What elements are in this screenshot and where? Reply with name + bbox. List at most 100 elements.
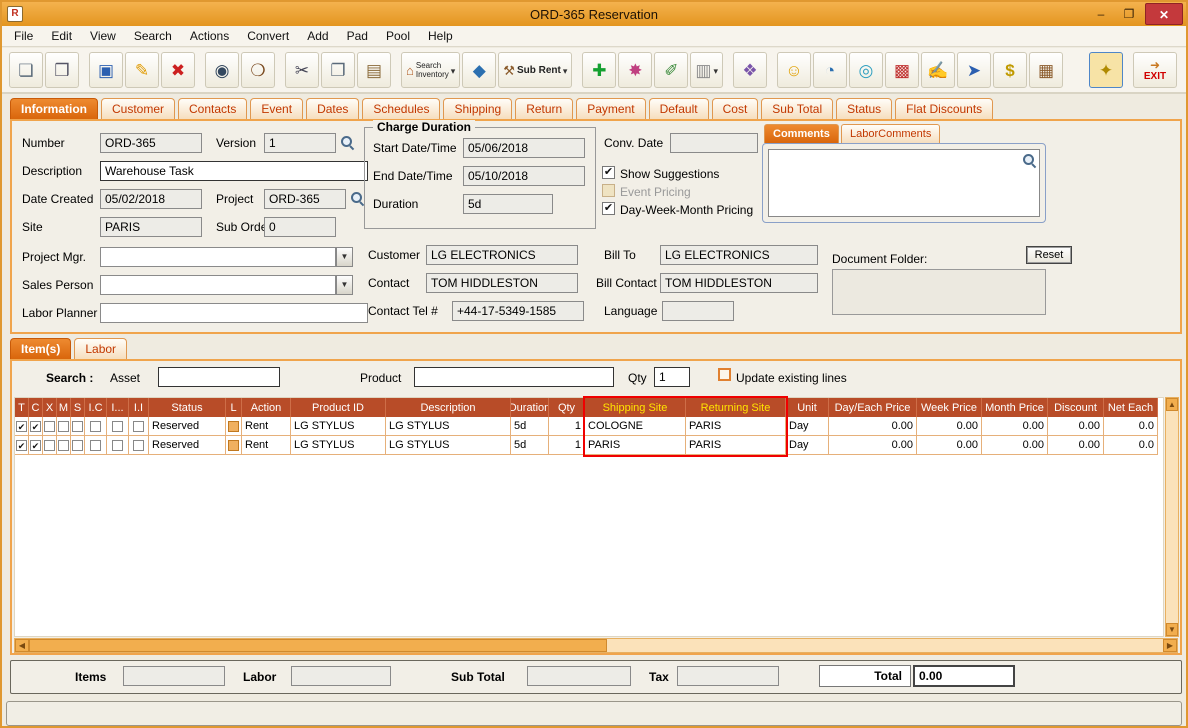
- customer-field[interactable]: LG ELECTRONICS: [426, 245, 578, 265]
- cell-net-each[interactable]: 0.0: [1104, 417, 1158, 436]
- comments-textarea[interactable]: [768, 149, 1040, 217]
- cell-m[interactable]: [57, 417, 71, 436]
- column-header[interactable]: I.C: [85, 398, 107, 417]
- column-header[interactable]: L: [226, 398, 242, 417]
- asset-input[interactable]: [158, 367, 280, 387]
- update-existing-checkbox[interactable]: [718, 368, 731, 381]
- checkbox[interactable]: [72, 439, 83, 451]
- cell-ii[interactable]: [129, 436, 149, 455]
- cut-button[interactable]: ✂: [285, 52, 319, 88]
- column-header[interactable]: I.I: [129, 398, 149, 417]
- cell-duration[interactable]: 5d: [511, 417, 549, 436]
- number-field[interactable]: ORD-365: [100, 133, 202, 153]
- description-field[interactable]: Warehouse Task: [100, 161, 368, 181]
- cell-net-each[interactable]: 0.0: [1104, 436, 1158, 455]
- column-header-description[interactable]: Description: [386, 398, 511, 417]
- cube-button[interactable]: ▩: [884, 52, 919, 88]
- cd-button[interactable]: ◎: [848, 52, 883, 88]
- cell-product-id[interactable]: LG STYLUS: [291, 436, 386, 455]
- column-header-qty[interactable]: Qty: [549, 398, 585, 417]
- column-header[interactable]: I...: [107, 398, 129, 417]
- checkbox[interactable]: [90, 420, 101, 432]
- cell-m[interactable]: [57, 436, 71, 455]
- column-header-product-id[interactable]: Product ID: [291, 398, 386, 417]
- cell-s[interactable]: [71, 436, 85, 455]
- labor-planner-field[interactable]: [100, 303, 368, 323]
- view-button[interactable]: ◉: [205, 52, 239, 88]
- cell-c[interactable]: ✔: [29, 417, 43, 436]
- cell-ic[interactable]: [85, 436, 107, 455]
- search-icon[interactable]: [1022, 153, 1036, 167]
- contact-field[interactable]: TOM HIDDLESTON: [426, 273, 578, 293]
- column-header[interactable]: M: [57, 398, 71, 417]
- cell-idots[interactable]: [107, 436, 129, 455]
- dwm-pricing-checkbox[interactable]: ✔: [602, 202, 615, 215]
- cell-month-price[interactable]: 0.00: [982, 436, 1048, 455]
- cell-duration[interactable]: 5d: [511, 436, 549, 455]
- cell-status[interactable]: Reserved: [149, 436, 226, 455]
- menu-item-edit[interactable]: Edit: [42, 29, 81, 43]
- checkbox[interactable]: [133, 420, 144, 432]
- tab-labor[interactable]: Labor: [74, 338, 128, 359]
- chevron-down-icon[interactable]: [451, 61, 456, 79]
- column-header-unit[interactable]: Unit: [786, 398, 829, 417]
- cell-c[interactable]: ✔: [29, 436, 43, 455]
- checkbox[interactable]: [133, 439, 144, 451]
- search-icon[interactable]: [340, 135, 354, 149]
- package-button[interactable]: ▦: [1028, 52, 1063, 88]
- contact-tel-field[interactable]: +44-17-5349-1585: [452, 301, 584, 321]
- event-pricing-checkbox[interactable]: [602, 184, 615, 197]
- exit-button[interactable]: ➜ EXIT: [1133, 52, 1177, 88]
- cell-ii[interactable]: [129, 417, 149, 436]
- tax-field[interactable]: [677, 666, 779, 686]
- search-icon[interactable]: [350, 191, 364, 205]
- date-created-field[interactable]: 05/02/2018: [100, 189, 202, 209]
- menu-item-search[interactable]: Search: [125, 29, 181, 43]
- tab-schedules[interactable]: Schedules: [362, 98, 441, 119]
- tab-payment[interactable]: Payment: [576, 98, 646, 119]
- delete-button[interactable]: ✖: [161, 52, 195, 88]
- copy-button[interactable]: ❐: [321, 52, 355, 88]
- tab-customer[interactable]: Customer: [101, 98, 176, 119]
- checkbox[interactable]: [58, 439, 69, 451]
- find-document-button[interactable]: ❍: [241, 52, 275, 88]
- card-stack-button[interactable]: ▥: [690, 52, 723, 88]
- column-header-net-each[interactable]: Net Each: [1104, 398, 1158, 417]
- maximize-button[interactable]: ❐: [1115, 4, 1143, 24]
- end-date-field[interactable]: 05/10/2018: [463, 166, 585, 186]
- cell-s[interactable]: [71, 417, 85, 436]
- print-button[interactable]: ❒: [45, 52, 79, 88]
- cell-week-price[interactable]: 0.00: [917, 417, 982, 436]
- product-input[interactable]: [414, 367, 614, 387]
- chevron-down-icon[interactable]: [563, 61, 568, 79]
- cell-t[interactable]: ✔: [15, 436, 29, 455]
- scroll-down-icon[interactable]: [1166, 623, 1178, 636]
- tab-sub-total[interactable]: Sub Total: [761, 98, 834, 119]
- notes-button[interactable]: ✍: [920, 52, 955, 88]
- total-field[interactable]: 0.00: [913, 665, 1015, 687]
- checkbox[interactable]: [90, 439, 101, 451]
- tab-dates[interactable]: Dates: [306, 98, 360, 119]
- labor-total-field[interactable]: [291, 666, 391, 686]
- cell-action[interactable]: Rent: [242, 417, 291, 436]
- smiley-button[interactable]: ☺: [776, 52, 811, 88]
- sub-total-field[interactable]: [527, 666, 631, 686]
- menu-item-add[interactable]: Add: [298, 29, 337, 43]
- paste-button[interactable]: ▤: [357, 52, 391, 88]
- cell-unit[interactable]: Day: [786, 417, 829, 436]
- tab-comments[interactable]: Comments: [764, 124, 839, 143]
- column-header-status[interactable]: Status: [149, 398, 226, 417]
- project-field[interactable]: ORD-365: [264, 189, 346, 209]
- close-button[interactable]: ✕: [1145, 3, 1183, 25]
- language-field[interactable]: [662, 301, 734, 321]
- tab-contacts[interactable]: Contacts: [178, 98, 248, 119]
- scrollbar-thumb[interactable]: [29, 639, 607, 652]
- cell-discount[interactable]: 0.00: [1048, 436, 1104, 455]
- cell-qty[interactable]: 1: [549, 417, 585, 436]
- column-header-day-price[interactable]: Day/Each Price: [829, 398, 917, 417]
- menu-item-pad[interactable]: Pad: [338, 29, 377, 43]
- scroll-left-icon[interactable]: [15, 639, 29, 652]
- start-date-field[interactable]: 05/06/2018: [463, 138, 585, 158]
- column-header[interactable]: S: [71, 398, 85, 417]
- tab-cost[interactable]: Cost: [711, 98, 759, 119]
